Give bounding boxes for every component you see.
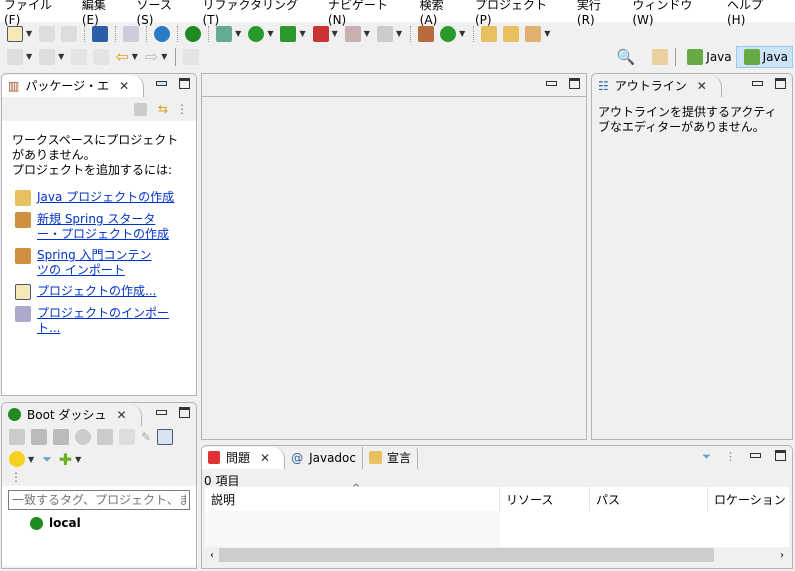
column-location[interactable]: ロケーション <box>708 491 786 508</box>
back-icon[interactable]: ⇦ <box>115 47 128 66</box>
spring-boot-icon <box>30 516 43 530</box>
terminal-icon[interactable] <box>92 25 109 42</box>
import-spring-guide-link[interactable]: Spring 入門コンテンツの インポート <box>37 248 162 278</box>
spring-boot-icon <box>8 408 21 421</box>
external-tools-icon[interactable] <box>312 25 329 42</box>
debug-icon[interactable] <box>216 25 233 42</box>
minimize-button[interactable] <box>752 81 763 86</box>
outline-icon: ☷ <box>598 78 609 93</box>
close-icon[interactable]: ✕ <box>697 79 707 93</box>
tab-outline[interactable]: ☷ アウトライン ✕ <box>592 74 722 97</box>
previous-annotation-icon[interactable] <box>39 48 56 65</box>
coverage-icon[interactable] <box>280 25 297 42</box>
package-icon: ▥ <box>8 78 20 93</box>
maximize-button[interactable] <box>775 78 786 89</box>
horizontal-scrollbar[interactable]: ‹ › <box>205 547 789 563</box>
main-toolbar: ▼ ▼ ▼ ▼ ▼ ▼ ▼ ▼ ▼ <box>0 22 795 45</box>
create-project-link[interactable]: プロジェクトの作成... <box>37 284 156 299</box>
perspective-java-2[interactable]: Java <box>735 45 793 68</box>
save-icon[interactable] <box>39 25 56 42</box>
stop-icon[interactable] <box>344 25 361 42</box>
menu-bar: ファイル(F) 編集(E) ソース(S) リファクタリング(T) ナビゲート(N… <box>0 0 795 27</box>
new-spring-starter-link[interactable]: 新規 Spring スターター・プロジェクトの作成 <box>37 212 177 242</box>
console-icon[interactable] <box>97 429 113 445</box>
maximize-button[interactable] <box>775 450 786 461</box>
boot-dashboard-panel: Boot ダッシュ✕ ✎ ▼ ⏷ ✚▼ ⋮ local <box>1 402 197 569</box>
import-project-link[interactable]: プロジェクトのインポート... <box>37 306 186 336</box>
perspective-java-1[interactable]: Java <box>680 47 735 67</box>
outline-message: アウトラインを提供するアクティブなエディターがありません。 <box>598 105 777 134</box>
item-count: 0 項目 <box>204 474 240 488</box>
tab-problems[interactable]: 問題 ✕ <box>202 446 286 469</box>
launch-icon[interactable] <box>525 25 542 42</box>
table-header: 説明 リソース パス ロケーション <box>205 487 789 511</box>
open-perspective-icon[interactable] <box>652 48 669 65</box>
minimize-button[interactable] <box>156 81 167 86</box>
table-icon[interactable] <box>157 429 174 445</box>
filter-icon[interactable]: ⏷ <box>42 452 52 467</box>
open-task-icon[interactable] <box>503 25 520 42</box>
filter-input[interactable] <box>8 490 190 510</box>
create-java-project-link[interactable]: Java プロジェクトの作成 <box>37 190 174 205</box>
open-type-icon[interactable] <box>481 25 498 42</box>
minimize-button[interactable] <box>546 81 557 86</box>
deploy-icon[interactable] <box>376 25 393 42</box>
new-package-icon[interactable] <box>418 25 435 42</box>
run-icon[interactable] <box>248 25 265 42</box>
view-menu-icon[interactable]: ⋮ <box>176 102 188 116</box>
tab-package-explorer[interactable]: ▥ パッケージ・エ ✕ <box>2 74 145 97</box>
new-icon[interactable] <box>7 25 23 42</box>
settings-icon[interactable] <box>154 25 171 42</box>
at-icon: @ <box>291 450 304 465</box>
add-icon[interactable]: ✚ <box>59 450 72 469</box>
view-menu-icon[interactable]: ⋮ <box>725 450 736 464</box>
debug-icon[interactable] <box>31 429 47 445</box>
open-browser-icon[interactable] <box>75 429 91 445</box>
spring-boot-icon[interactable] <box>185 25 202 42</box>
edit-icon[interactable]: ✎ <box>141 430 151 444</box>
sort-ascending-icon: ^ <box>352 483 361 494</box>
secondary-toolbar: ▼ ▼ ⇦ ▼ ⇨ ▼ 🔍 Java Java <box>0 45 795 68</box>
new-class-icon[interactable] <box>440 25 457 42</box>
editor-area <box>201 73 587 440</box>
list-item[interactable]: local <box>30 516 190 530</box>
new-dropdown[interactable]: ▼ <box>26 29 32 38</box>
pin-editor-icon[interactable] <box>183 48 200 65</box>
package-explorer-panel: ▥ パッケージ・エ ✕ ⇆ ⋮ ワークスペースにプロジェクトがありません。 プロジェ… <box>1 73 197 396</box>
maximize-button[interactable] <box>179 78 190 89</box>
outline-panel: ☷ アウトライン ✕ アウトラインを提供するアクティブなエディターがありません。 <box>591 73 793 440</box>
forward-icon[interactable]: ⇨ <box>145 47 158 66</box>
minimize-button[interactable] <box>750 453 761 458</box>
link-icon[interactable] <box>119 429 135 445</box>
save-all-icon[interactable] <box>61 25 78 42</box>
close-icon[interactable]: ✕ <box>116 408 126 422</box>
tab-declaration[interactable]: 宣言 <box>362 446 418 469</box>
declaration-icon <box>368 451 382 464</box>
maximize-button[interactable] <box>569 78 580 89</box>
skip-breakpoints-icon[interactable] <box>123 25 140 42</box>
search-icon[interactable]: 🔍 <box>617 48 636 66</box>
last-edit-icon[interactable] <box>71 48 88 65</box>
next-annotation-icon[interactable] <box>7 48 23 65</box>
minimize-button[interactable] <box>156 410 167 415</box>
start-icon[interactable] <box>9 429 25 445</box>
link-editor-icon[interactable]: ⇆ <box>158 102 168 116</box>
view-menu-icon[interactable]: ⋮ <box>2 470 196 486</box>
tab-boot-dashboard[interactable]: Boot ダッシュ ✕ <box>2 403 142 426</box>
next-edit-icon[interactable] <box>93 48 110 65</box>
close-icon[interactable]: ✕ <box>119 79 129 93</box>
column-resource[interactable]: リソース <box>500 487 590 511</box>
filter-icon[interactable]: ⏷ <box>702 450 711 464</box>
close-icon[interactable]: ✕ <box>260 451 270 465</box>
problems-panel: 問題 ✕ @ Javadoc 宣言 ⏷ ⋮ 0 項目 説明 リソース パス ロケーショ… <box>201 445 793 569</box>
column-path[interactable]: パス <box>590 487 708 511</box>
tab-javadoc[interactable]: @ Javadoc <box>285 446 363 469</box>
lightbulb-icon[interactable] <box>9 451 25 467</box>
empty-workspace-message: ワークスペースにプロジェクトがありません。 <box>12 133 179 162</box>
maximize-button[interactable] <box>179 407 190 418</box>
problems-icon <box>208 451 220 464</box>
stop-icon[interactable] <box>53 429 69 445</box>
add-project-prompt: プロジェクトを追加するには: <box>12 163 173 177</box>
collapse-all-icon[interactable] <box>133 102 147 116</box>
